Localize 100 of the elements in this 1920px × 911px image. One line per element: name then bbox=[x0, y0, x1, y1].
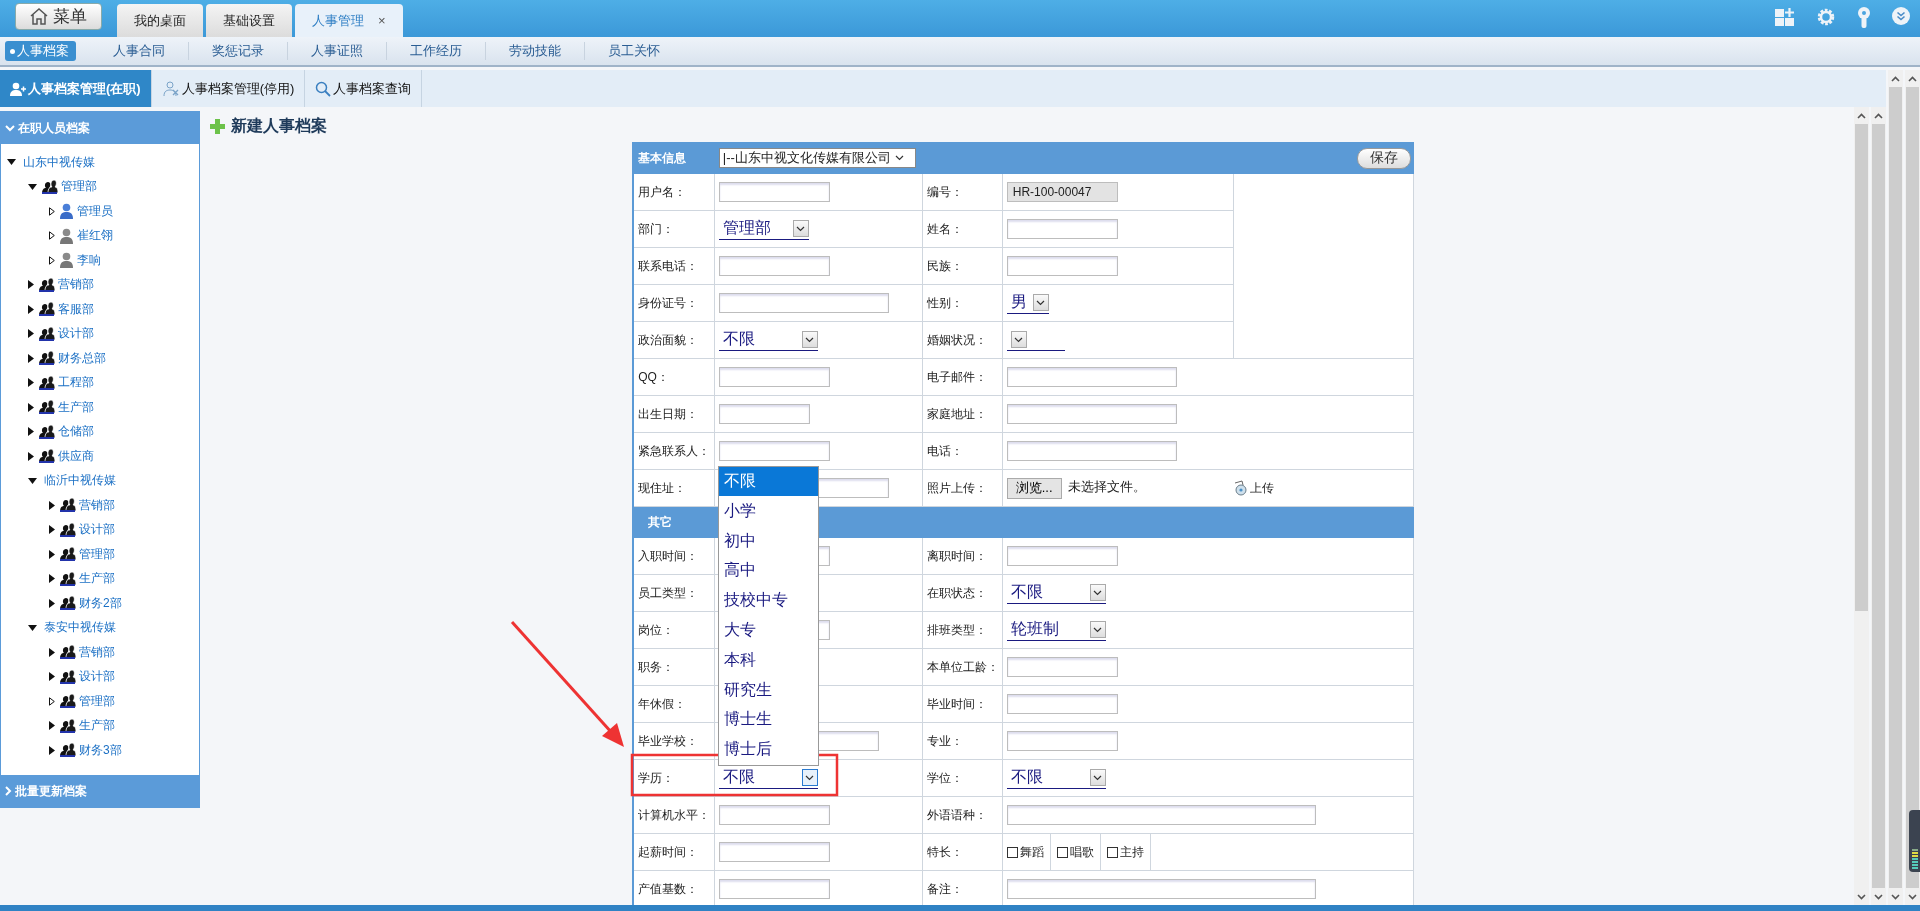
triangle-icon[interactable] bbox=[49, 574, 55, 584]
tab[interactable]: 人事档案管理(在职) bbox=[0, 70, 152, 107]
nav-item[interactable]: 人事档案 bbox=[5, 41, 76, 61]
tree-item[interactable]: 供应商 bbox=[58, 447, 94, 465]
tree-item[interactable]: 营销部 bbox=[79, 643, 115, 661]
tree-item[interactable]: 财务2部 bbox=[79, 594, 122, 612]
tree-item[interactable]: 李响 bbox=[77, 251, 101, 269]
triangle-icon[interactable] bbox=[49, 696, 55, 706]
text-field[interactable] bbox=[1006, 879, 1316, 899]
triangle-icon[interactable] bbox=[28, 183, 37, 190]
tree-item[interactable]: 泰安中视传媒 bbox=[44, 619, 116, 637]
dropdown-option[interactable]: 博士后 bbox=[718, 734, 818, 765]
select-field[interactable]: 男 bbox=[1006, 292, 1049, 314]
text-field[interactable] bbox=[1006, 805, 1316, 825]
tree-item[interactable]: 生产部 bbox=[79, 570, 115, 588]
dropdown-button[interactable] bbox=[801, 769, 818, 786]
triangle-icon[interactable] bbox=[28, 329, 34, 339]
triangle-icon[interactable] bbox=[49, 255, 55, 265]
text-field[interactable]: HR-100-00047 bbox=[1006, 182, 1118, 202]
tree-item[interactable]: 客服部 bbox=[58, 300, 94, 318]
text-field[interactable] bbox=[1006, 367, 1177, 387]
triangle-icon[interactable] bbox=[7, 159, 16, 166]
triangle-icon[interactable] bbox=[49, 206, 55, 216]
select-field[interactable]: 轮班制 bbox=[1006, 619, 1106, 641]
upload-button[interactable]: 上传 bbox=[1232, 479, 1274, 497]
text-field[interactable] bbox=[718, 293, 889, 313]
dropdown-button[interactable] bbox=[1089, 621, 1106, 638]
triangle-icon[interactable] bbox=[28, 353, 34, 363]
checkbox[interactable]: 舞蹈 bbox=[1000, 834, 1051, 870]
nav-item[interactable]: 人事合同 bbox=[90, 42, 189, 60]
triangle-icon[interactable] bbox=[49, 231, 55, 241]
dropdown-button[interactable] bbox=[792, 220, 809, 237]
tree-item[interactable]: 仓储部 bbox=[58, 423, 94, 441]
triangle-icon[interactable] bbox=[49, 672, 55, 682]
save-button[interactable]: 保存 bbox=[1356, 147, 1411, 169]
company-select[interactable]: |--山东中视文化传媒有限公司 bbox=[718, 147, 916, 168]
text-field[interactable] bbox=[718, 879, 830, 899]
triangle-icon[interactable] bbox=[49, 549, 55, 559]
dropdown-option[interactable]: 本科 bbox=[718, 645, 818, 676]
menu-button[interactable]: 菜单 bbox=[15, 3, 102, 30]
triangle-icon[interactable] bbox=[28, 427, 34, 437]
nav-item[interactable]: 奖惩记录 bbox=[189, 42, 288, 60]
close-button[interactable]: × bbox=[378, 13, 386, 28]
dropdown-option[interactable]: 小学 bbox=[718, 496, 818, 527]
dropdown-option[interactable]: 博士生 bbox=[718, 704, 818, 735]
nav-item[interactable]: 劳动技能 bbox=[486, 42, 585, 60]
tree-item[interactable]: 工程部 bbox=[58, 374, 94, 392]
tree-item[interactable]: 财务3部 bbox=[79, 741, 122, 759]
text-field[interactable] bbox=[1006, 546, 1118, 566]
tree-item[interactable]: 临沂中视传媒 bbox=[44, 472, 116, 490]
triangle-icon[interactable] bbox=[49, 745, 55, 755]
tree-item[interactable]: 管理部 bbox=[61, 178, 97, 196]
select-field[interactable] bbox=[1006, 329, 1065, 351]
text-field[interactable] bbox=[718, 404, 810, 424]
tree-item[interactable]: 营销部 bbox=[58, 276, 94, 294]
select-field[interactable]: 不限 bbox=[1006, 767, 1106, 789]
checkbox[interactable]: 主持 bbox=[1100, 834, 1151, 870]
tab[interactable]: 人事档案查询 bbox=[305, 70, 423, 107]
tree-item[interactable]: 管理部 bbox=[79, 545, 115, 563]
text-field[interactable] bbox=[1006, 731, 1118, 751]
dropdown-button[interactable] bbox=[1010, 331, 1027, 348]
text-field[interactable] bbox=[1006, 657, 1118, 677]
text-field[interactable] bbox=[1006, 219, 1118, 239]
tree-item[interactable]: 生产部 bbox=[79, 717, 115, 735]
scrollbar[interactable] bbox=[1871, 107, 1886, 905]
tree-item[interactable]: 管理员 bbox=[77, 202, 113, 220]
chevron-down-icon[interactable] bbox=[1892, 7, 1910, 25]
tree-item[interactable]: 崔红翎 bbox=[77, 227, 113, 245]
tree-item[interactable]: 营销部 bbox=[79, 496, 115, 514]
dropdown-option[interactable]: 技校中专 bbox=[718, 585, 818, 616]
nav-item[interactable]: 员工关怀 bbox=[585, 42, 683, 60]
triangle-icon[interactable] bbox=[28, 304, 34, 314]
text-field[interactable] bbox=[718, 842, 830, 862]
dropdown-button[interactable] bbox=[1089, 584, 1106, 601]
dropdown-option[interactable]: 初中 bbox=[718, 526, 818, 556]
dropdown-option[interactable]: 不限 bbox=[718, 466, 818, 497]
dropdown-button[interactable] bbox=[801, 331, 818, 348]
text-field[interactable] bbox=[718, 441, 830, 461]
browse-button[interactable]: 浏览... bbox=[1006, 477, 1062, 499]
text-field[interactable] bbox=[1006, 404, 1177, 424]
nav-item[interactable]: 人事证照 bbox=[288, 42, 387, 60]
nav-item[interactable]: 工作经历 bbox=[387, 42, 486, 60]
triangle-icon[interactable] bbox=[49, 500, 55, 510]
triangle-icon[interactable] bbox=[28, 402, 34, 412]
triangle-icon[interactable] bbox=[28, 378, 34, 388]
scrollbar[interactable] bbox=[1888, 70, 1903, 905]
tree-item[interactable]: 山东中视传媒 bbox=[23, 153, 95, 171]
tab[interactable]: 基础设置 bbox=[206, 4, 292, 37]
dropdown-button[interactable] bbox=[1032, 294, 1049, 311]
triangle-icon[interactable] bbox=[28, 451, 34, 461]
text-field[interactable] bbox=[718, 256, 830, 276]
triangle-icon[interactable] bbox=[49, 647, 55, 657]
tree-item[interactable]: 设计部 bbox=[79, 521, 115, 539]
meter-icon[interactable] bbox=[1909, 810, 1920, 872]
triangle-icon[interactable] bbox=[49, 525, 55, 535]
text-field[interactable] bbox=[1006, 256, 1118, 276]
dropdown-button[interactable] bbox=[1089, 769, 1106, 786]
tab[interactable]: 人事档案管理(停用) bbox=[151, 70, 306, 107]
text-field[interactable] bbox=[1006, 694, 1118, 714]
tree-item[interactable]: 财务总部 bbox=[58, 349, 106, 367]
